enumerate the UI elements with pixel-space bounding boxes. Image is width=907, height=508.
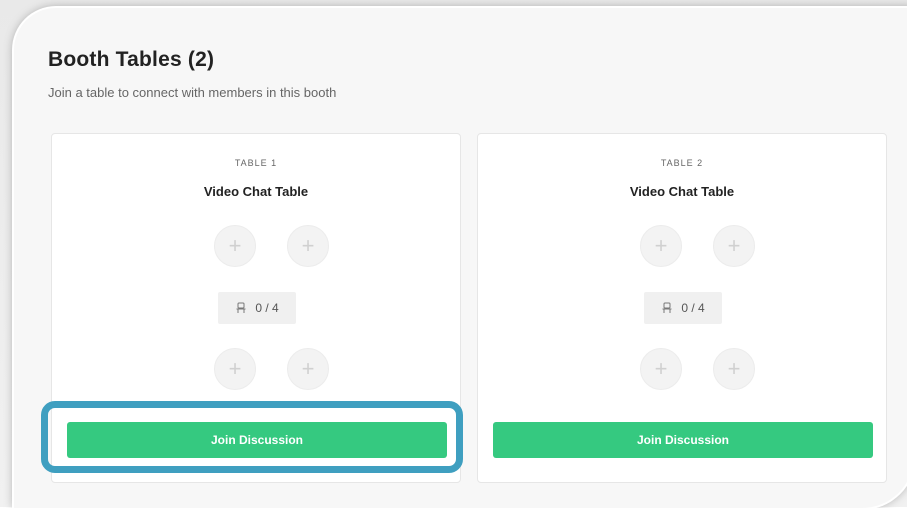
chair-icon	[235, 302, 247, 314]
seat-button[interactable]: +	[713, 225, 755, 267]
plus-icon: +	[301, 356, 315, 381]
plus-icon: +	[228, 356, 242, 381]
seat-button[interactable]: +	[214, 225, 256, 267]
plus-icon: +	[654, 233, 668, 258]
plus-icon: +	[228, 233, 242, 258]
seat-capacity-badge: 0 / 4	[218, 292, 296, 324]
seat-count: 0 / 4	[255, 301, 279, 315]
seat-button[interactable]: +	[713, 348, 755, 390]
page-title: Booth Tables (2)	[48, 48, 215, 71]
page-subtitle: Join a table to connect with members in …	[48, 85, 337, 100]
table-name: Video Chat Table	[203, 184, 309, 199]
table-number-label: TABLE 1	[234, 158, 278, 168]
table-card-2: TABLE 2 Video Chat Table + + 0 / 4 + + J…	[477, 133, 887, 483]
seat-button[interactable]: +	[214, 348, 256, 390]
plus-icon: +	[301, 233, 315, 258]
booth-tables-panel: Booth Tables (2) Join a table to connect…	[14, 8, 907, 508]
seat-count: 0 / 4	[681, 301, 705, 315]
join-discussion-button[interactable]: Join Discussion	[67, 422, 447, 458]
seat-button[interactable]: +	[287, 348, 329, 390]
plus-icon: +	[727, 233, 741, 258]
seat-button[interactable]: +	[640, 225, 682, 267]
seat-button[interactable]: +	[640, 348, 682, 390]
seat-capacity-badge: 0 / 4	[644, 292, 722, 324]
plus-icon: +	[727, 356, 741, 381]
join-discussion-button[interactable]: Join Discussion	[493, 422, 873, 458]
seat-button[interactable]: +	[287, 225, 329, 267]
table-number-label: TABLE 2	[660, 158, 704, 168]
chair-icon	[661, 302, 673, 314]
table-card-1: TABLE 1 Video Chat Table + + 0 / 4 + + J…	[51, 133, 461, 483]
plus-icon: +	[654, 356, 668, 381]
table-name: Video Chat Table	[629, 184, 735, 199]
